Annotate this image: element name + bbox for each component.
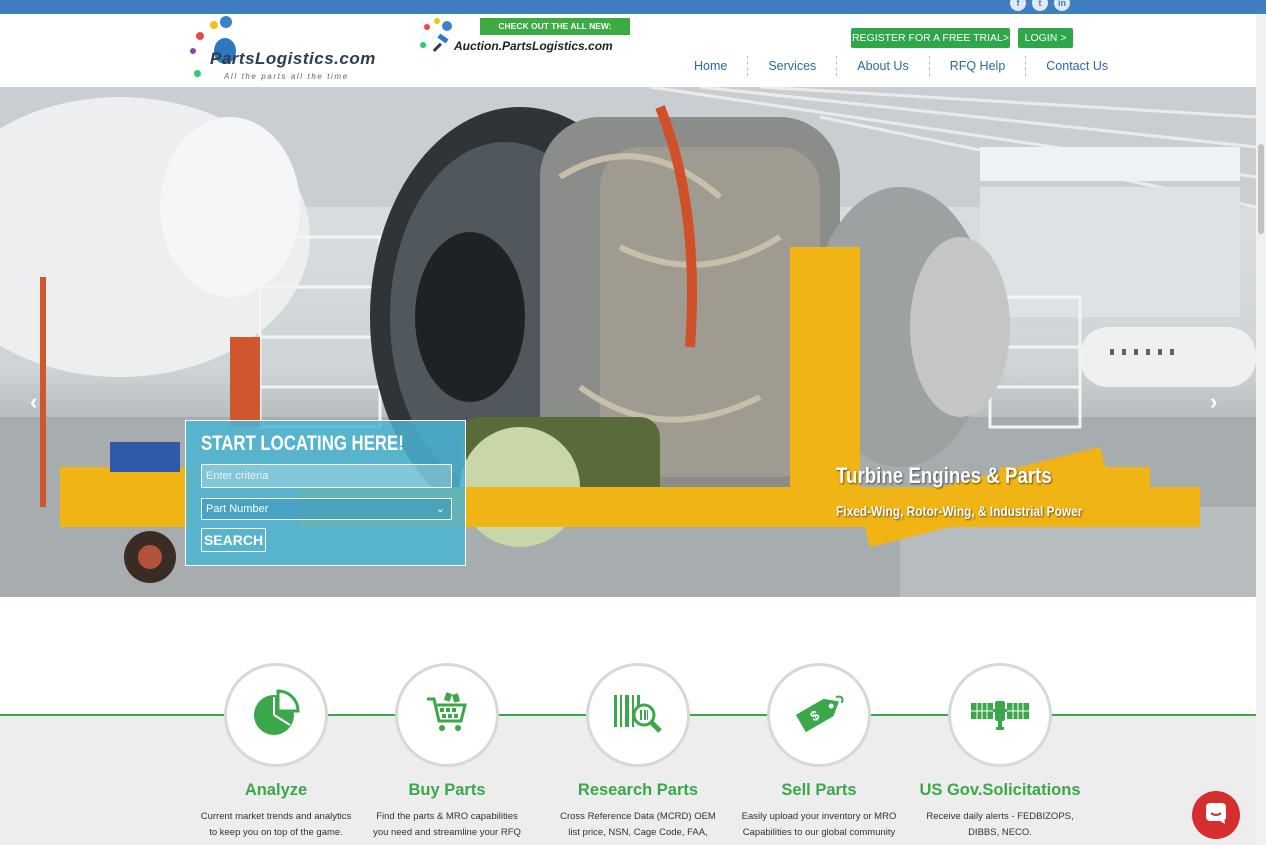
search-button[interactable]: SEARCH bbox=[201, 528, 266, 552]
service-desc-line: list price, NSN, Cage Code, FAA, bbox=[568, 827, 708, 838]
service-buy-parts[interactable]: Buy Parts Find the parts & MRO capabilit… bbox=[362, 663, 532, 841]
top-bar: f t in bbox=[0, 0, 1266, 14]
register-button[interactable]: REGISTER FOR A FREE TRIAL> bbox=[851, 28, 1010, 48]
search-criteria-input[interactable]: Enter criteria bbox=[201, 464, 452, 488]
logo-dot bbox=[190, 48, 196, 54]
service-title: Analyze bbox=[244, 781, 308, 799]
slider-prev-arrow[interactable]: ‹ bbox=[30, 389, 37, 415]
site-logo[interactable]: PartsLogistics.com All the parts all the… bbox=[184, 16, 404, 86]
logo-dot bbox=[442, 21, 452, 31]
nav-rfq-help[interactable]: RFQ Help bbox=[930, 56, 1027, 76]
service-desc-line: to keep you on top of the game. bbox=[209, 827, 343, 838]
logo-dot bbox=[220, 16, 232, 28]
shopping-cart-icon bbox=[425, 691, 469, 740]
logo-dot bbox=[424, 24, 430, 30]
service-sell-parts[interactable]: $ Sell Parts Easily upload your inventor… bbox=[734, 663, 904, 841]
service-title: Buy Parts bbox=[408, 781, 486, 799]
logo-tagline: All the parts all the time bbox=[224, 72, 349, 81]
service-desc-line: Current market trends and analytics bbox=[200, 811, 352, 822]
auction-logo-text: Auction.PartsLogistics.com bbox=[454, 39, 613, 53]
part-search-panel: START LOCATING HERE! Enter criteria Part… bbox=[185, 420, 466, 566]
nav-home[interactable]: Home bbox=[674, 56, 749, 76]
chat-icon bbox=[1204, 801, 1228, 830]
service-us-gov-solicitations[interactable]: US Gov.Solicitations Receive daily alert… bbox=[915, 663, 1085, 841]
service-description: Current market trends and analytics to k… bbox=[191, 809, 361, 841]
auction-banner: CHECK OUT THE ALL NEW: bbox=[480, 18, 630, 35]
service-icon-circle bbox=[948, 663, 1052, 767]
service-desc-line: Receive daily alerts - FEDBIZOPS, bbox=[926, 811, 1074, 822]
hero-slider: ‹ › Turbine Engines & Parts Fixed-Wing, … bbox=[0, 87, 1256, 597]
main-nav: Home Services About Us RFQ Help Contact … bbox=[674, 56, 1108, 76]
service-research-parts[interactable]: Research Parts Cross Reference Data (MCR… bbox=[553, 663, 723, 841]
service-desc-line: Easily upload your inventory or MRO bbox=[741, 811, 897, 822]
service-icon-circle bbox=[586, 663, 690, 767]
search-type-value: Part Number bbox=[206, 503, 269, 515]
pie-chart-icon bbox=[252, 688, 300, 742]
logo-text: PartsLogistics.com bbox=[210, 49, 376, 68]
slider-next-arrow[interactable]: › bbox=[1210, 389, 1217, 415]
search-type-select[interactable]: Part Number ⌄ bbox=[201, 498, 452, 520]
service-title: Research Parts bbox=[577, 781, 699, 799]
service-icon-circle: $ bbox=[767, 663, 871, 767]
service-description: Easily upload your inventory or MRO Capa… bbox=[734, 809, 904, 841]
chat-widget-button[interactable] bbox=[1192, 791, 1240, 839]
service-title: Sell Parts bbox=[781, 781, 857, 799]
scrollbar[interactable] bbox=[1256, 14, 1266, 845]
service-description: Cross Reference Data (MCRD) OEM list pri… bbox=[553, 809, 723, 841]
service-title: US Gov.Solicitations bbox=[919, 781, 1081, 799]
service-desc-line: Capabilities to our global community bbox=[742, 827, 896, 838]
service-desc-line: Find the parts & MRO capabilities bbox=[376, 811, 518, 822]
service-desc-line: DIBBS, NECO. bbox=[968, 827, 1032, 838]
service-description: Receive daily alerts - FEDBIZOPS, DIBBS,… bbox=[915, 809, 1085, 841]
nav-contact-us[interactable]: Contact Us bbox=[1026, 56, 1108, 76]
logo-dot bbox=[434, 18, 440, 24]
login-button[interactable]: LOGIN > bbox=[1018, 28, 1073, 48]
nav-services[interactable]: Services bbox=[748, 56, 838, 76]
nav-about-us[interactable]: About Us bbox=[837, 56, 930, 76]
slide-caption-title: Turbine Engines & Parts bbox=[836, 463, 1052, 488]
barcode-search-icon bbox=[612, 691, 664, 740]
site-header: PartsLogistics.com All the parts all the… bbox=[0, 14, 1256, 87]
service-icon-circle bbox=[395, 663, 499, 767]
auction-logo[interactable]: CHECK OUT THE ALL NEW: Auction.PartsLogi… bbox=[418, 16, 638, 72]
service-desc-line: you need and streamline your RFQ bbox=[373, 827, 521, 838]
logo-dot bbox=[420, 42, 426, 48]
price-tag-icon: $ bbox=[792, 691, 846, 740]
search-panel-title: START LOCATING HERE! bbox=[201, 432, 404, 455]
service-desc-line: Cross Reference Data (MCRD) OEM bbox=[560, 811, 716, 822]
service-description: Find the parts & MRO capabilities you ne… bbox=[362, 809, 532, 841]
chevron-down-icon: ⌄ bbox=[435, 503, 445, 515]
linkedin-icon[interactable]: in bbox=[1054, 0, 1070, 11]
gavel-icon bbox=[430, 33, 452, 56]
scrollbar-thumb[interactable] bbox=[1258, 144, 1264, 234]
satellite-icon bbox=[969, 693, 1031, 738]
facebook-icon[interactable]: f bbox=[1010, 0, 1026, 11]
logo-dot bbox=[210, 21, 218, 29]
twitter-icon[interactable]: t bbox=[1032, 0, 1048, 11]
service-analyze[interactable]: Analyze Current market trends and analyt… bbox=[191, 663, 361, 841]
logo-dot bbox=[196, 32, 204, 40]
slide-caption-subtitle: Fixed-Wing, Rotor-Wing, & Industrial Pow… bbox=[836, 503, 1083, 519]
logo-dot bbox=[194, 70, 201, 77]
service-icon-circle bbox=[224, 663, 328, 767]
